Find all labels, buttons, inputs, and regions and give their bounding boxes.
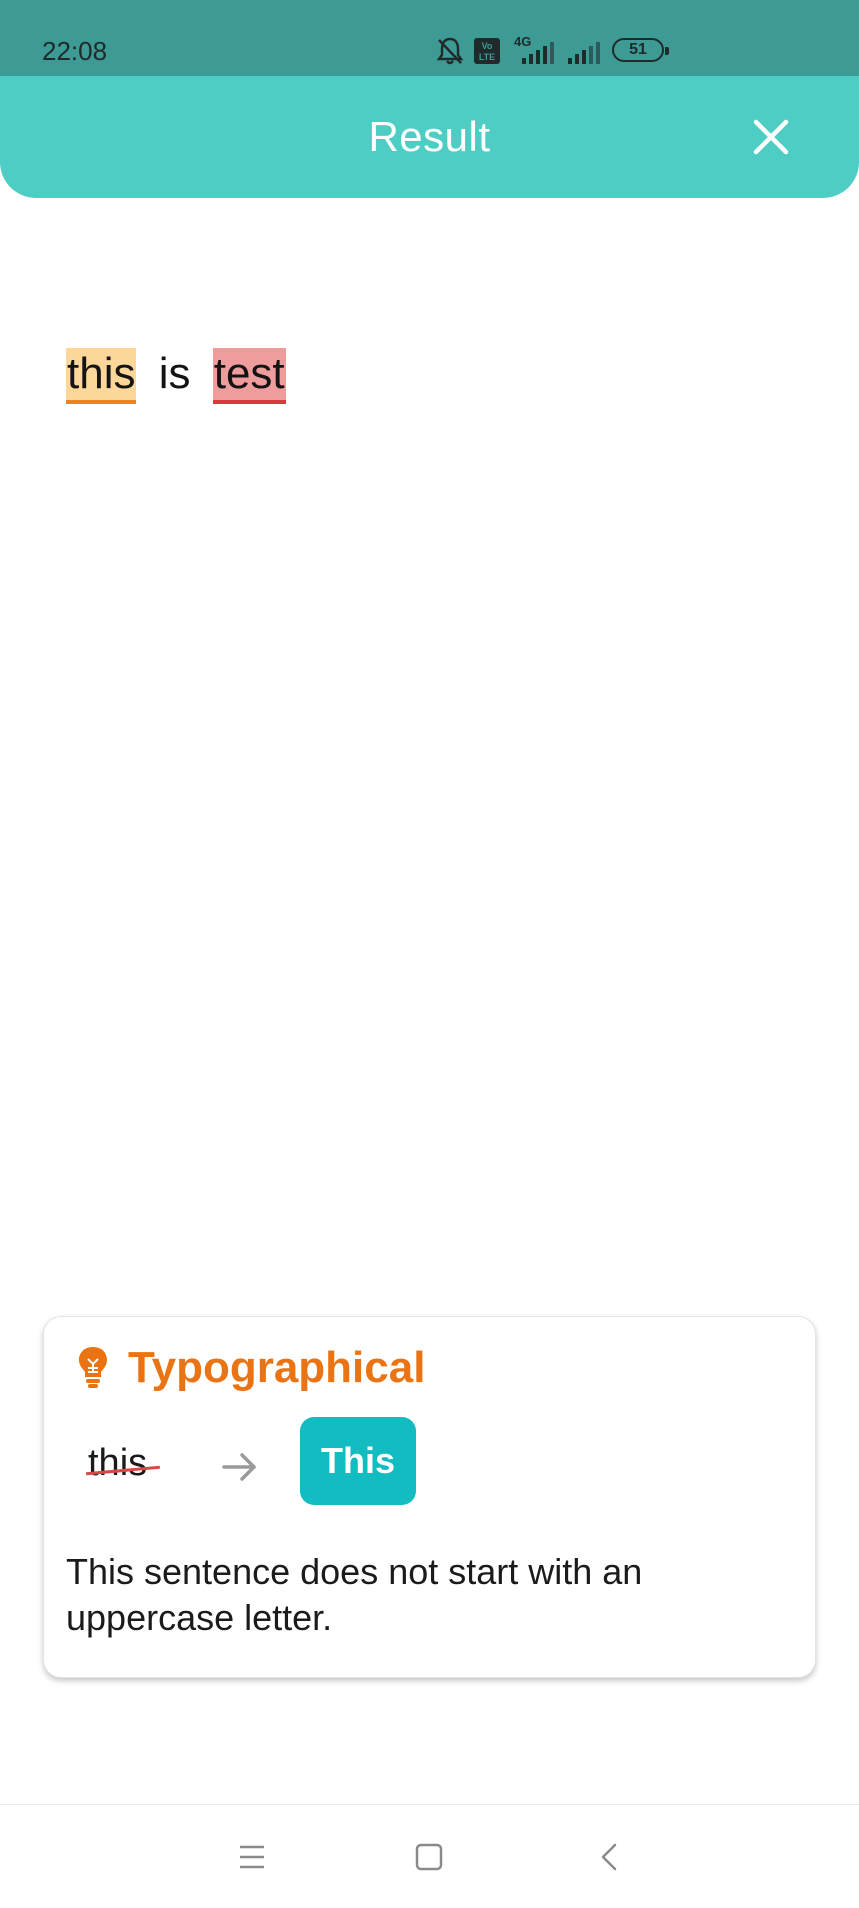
svg-text:LTE: LTE <box>479 52 495 62</box>
menu-icon <box>240 1845 264 1869</box>
home-icon <box>415 1843 443 1871</box>
original-word: this <box>88 1442 148 1484</box>
close-button[interactable] <box>746 112 796 162</box>
flagged-word-spelling[interactable]: test <box>212 348 286 404</box>
bell-off-icon <box>436 37 464 65</box>
menu-button[interactable] <box>230 1835 274 1879</box>
suggestion-card: Typographical this This This sentence do… <box>43 1316 816 1678</box>
arrow-right-icon <box>222 1453 256 1481</box>
close-icon <box>753 119 789 155</box>
status-time: 22:08 <box>42 36 108 66</box>
battery-level: 51 <box>629 41 647 58</box>
page-title: Result <box>368 113 491 160</box>
lightbulb-icon <box>79 1347 107 1388</box>
back-button[interactable] <box>588 1835 632 1879</box>
signal-icon <box>522 42 554 64</box>
apply-suggestion-button[interactable]: This <box>300 1417 416 1505</box>
suggestion-message: This sentence does not start with an upp… <box>66 1551 643 1638</box>
system-nav-bar <box>0 1804 859 1908</box>
battery-icon: 51 <box>612 38 669 62</box>
suggestion-category: Typographical <box>128 1343 426 1392</box>
flagged-word-typographical[interactable]: this <box>66 348 137 404</box>
checked-text: this is test <box>66 344 806 406</box>
svg-text:Vo: Vo <box>482 41 493 51</box>
status-bar: 22:08 Vo LTE 4G 51 <box>0 0 859 76</box>
app-screen: 22:08 Vo LTE 4G 51 Result this is test T… <box>0 0 859 1908</box>
plain-word: is <box>158 349 191 398</box>
volte-icon: Vo LTE <box>474 38 500 64</box>
home-button[interactable] <box>407 1835 451 1879</box>
signal-icon <box>568 42 600 64</box>
header-bar: Result <box>0 76 859 198</box>
back-icon <box>601 1843 617 1871</box>
